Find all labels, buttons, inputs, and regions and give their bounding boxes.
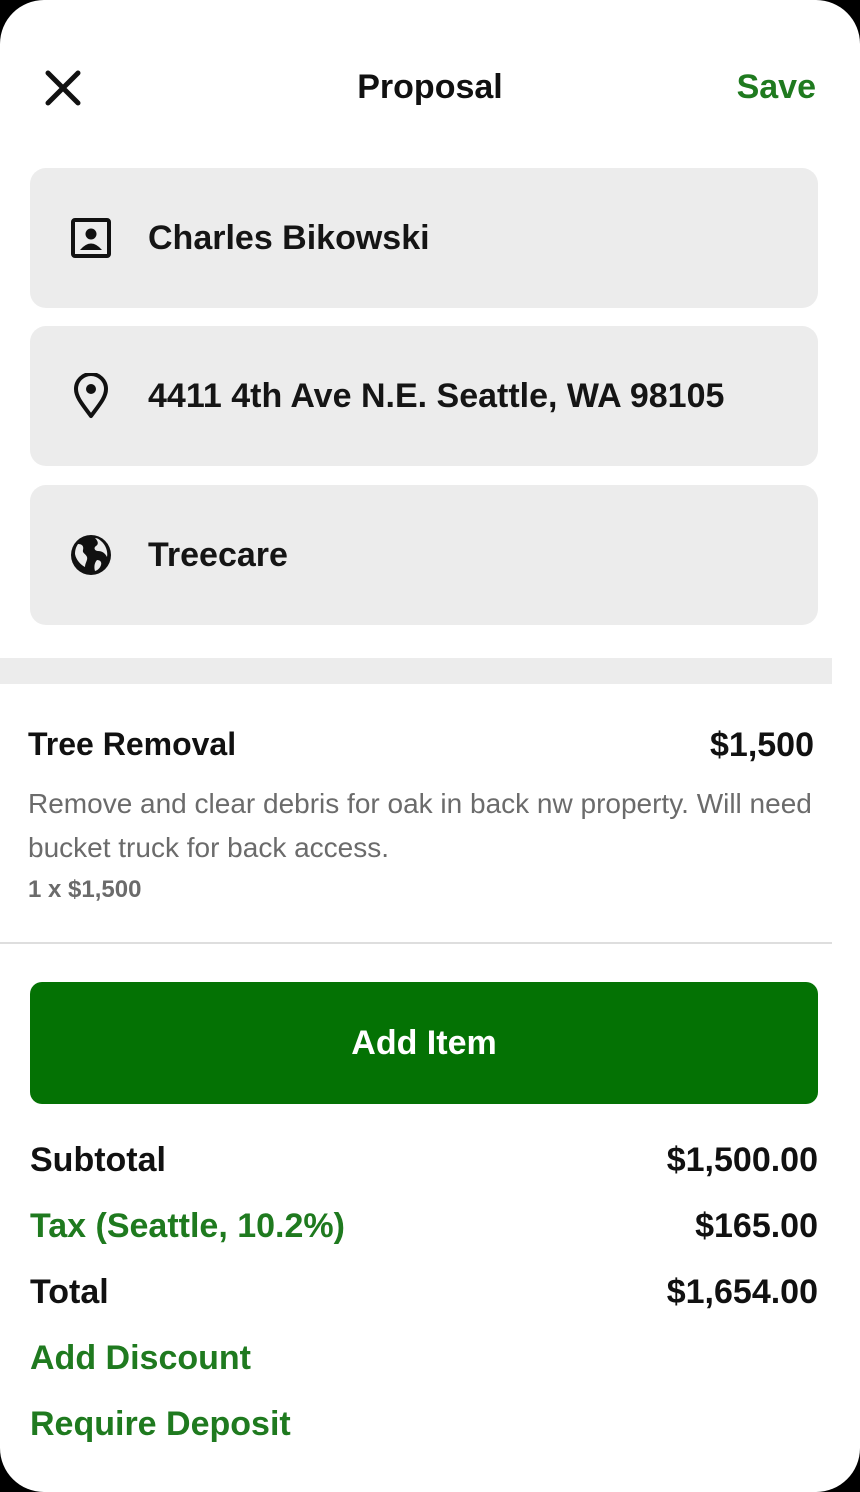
service-field[interactable]: Treecare [30,485,818,625]
globe-icon [68,532,114,578]
client-name: Charles Bikowski [148,218,430,257]
client-field[interactable]: Charles Bikowski [30,168,818,308]
tax-label[interactable]: Tax (Seattle, 10.2%) [30,1207,345,1246]
save-button[interactable]: Save [737,68,816,107]
require-deposit-link[interactable]: Require Deposit [30,1405,291,1444]
subtotal-row: Subtotal $1,500.00 [30,1141,818,1189]
location-pin-icon [68,373,114,419]
line-item-description: Remove and clear debris for oak in back … [28,788,812,863]
subtotal-value: $1,500.00 [666,1141,818,1179]
proposal-screen: Proposal Save Charles Bikowski 4411 4th … [0,0,860,1492]
subtotal-label: Subtotal [30,1141,166,1179]
page-title: Proposal [357,68,503,106]
total-label: Total [30,1273,109,1311]
service-text: Treecare [148,535,288,574]
add-discount-link[interactable]: Add Discount [30,1339,251,1378]
line-item[interactable]: Tree Removal $1,500 Remove and clear deb… [0,712,832,942]
line-item-divider [0,942,832,944]
contact-card-icon [68,215,114,261]
address-field[interactable]: 4411 4th Ave N.E. Seattle, WA 98105 [30,326,818,466]
tax-value: $165.00 [695,1207,818,1245]
header: Proposal Save [0,0,860,170]
line-item-price: $1,500 [710,726,814,764]
line-item-quantity: 1 x $1,500 [28,876,142,903]
add-item-button[interactable]: Add Item [30,982,818,1104]
section-divider [0,658,832,684]
tax-row: Tax (Seattle, 10.2%) $165.00 [30,1207,818,1255]
address-text: 4411 4th Ave N.E. Seattle, WA 98105 [148,376,725,415]
total-row: Total $1,654.00 [30,1273,818,1321]
line-item-name: Tree Removal [28,726,237,762]
total-value: $1,654.00 [666,1273,818,1311]
